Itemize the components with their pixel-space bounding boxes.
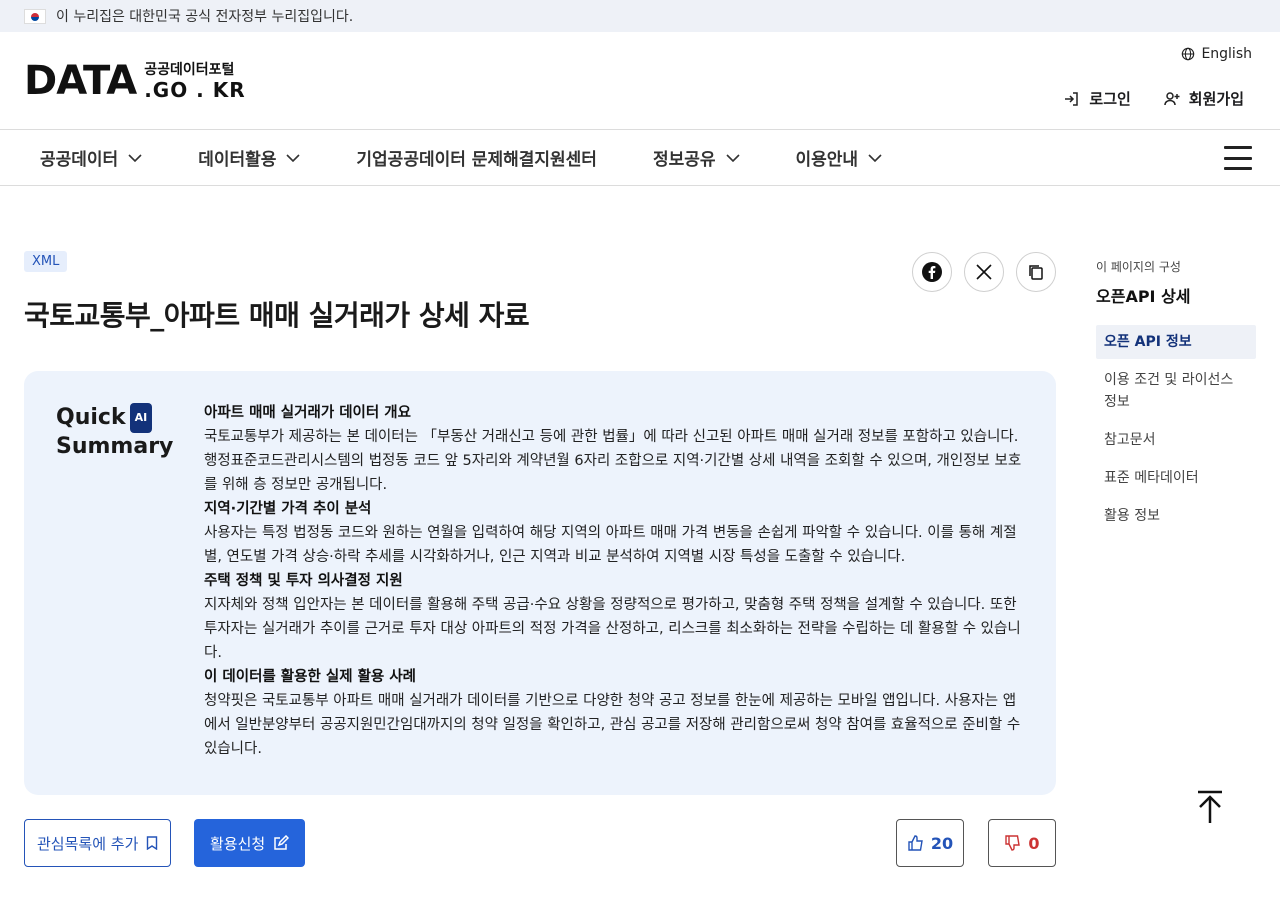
summary-section-heading: 이 데이터를 활용한 실제 활용 사례	[204, 669, 416, 685]
login-icon	[1065, 91, 1079, 106]
action-bar: 관심목록에 추가 활용신청 20 0	[24, 819, 1056, 867]
korea-flag-icon	[24, 8, 46, 24]
x-icon	[976, 264, 992, 280]
header: DATA 공공데이터포털 .GO . KR English 로그인 회원가입	[0, 32, 1280, 130]
main-nav: 공공데이터 데이터활용 기업공공데이터 문제해결지원센터 정보공유 이용안내	[0, 130, 1280, 186]
facebook-icon	[922, 262, 942, 282]
share-buttons	[912, 252, 1056, 292]
globe-icon	[1182, 47, 1195, 61]
apply-use-button[interactable]: 활용신청	[194, 819, 306, 867]
chevron-down-icon	[286, 153, 300, 162]
toc-item-openapi-info[interactable]: 오픈 API 정보	[1096, 325, 1256, 359]
chevron-down-icon	[868, 153, 882, 162]
copy-link-button[interactable]	[1016, 252, 1056, 292]
edit-icon	[274, 835, 290, 850]
page-toc: 이 페이지의 구성 오픈API 상세 오픈 API 정보 이용 조건 및 라이선…	[1096, 258, 1256, 537]
like-count: 20	[930, 833, 954, 853]
format-badge: XML	[24, 251, 68, 272]
toc-item-reference[interactable]: 참고문서	[1096, 423, 1256, 457]
nav-item-public-data[interactable]: 공공데이터	[40, 145, 142, 170]
login-button[interactable]: 로그인	[1063, 88, 1131, 109]
main-content: XML 국토교통부_아파트 매매 실거래가 상세 자료 Quick AI Summ…	[24, 250, 1056, 867]
nav-item-info-share[interactable]: 정보공유	[653, 145, 740, 170]
summary-section-text: 청약핏은 국토교통부 아파트 매매 실거래가 데이터를 기반으로 다양한 청약 …	[204, 693, 1021, 757]
x-share-button[interactable]	[964, 252, 1004, 292]
facebook-share-button[interactable]	[912, 252, 952, 292]
toc-list: 오픈 API 정보 이용 조건 및 라이선스 정보 참고문서 표준 메타데이터 …	[1096, 325, 1256, 533]
user-add-icon	[1164, 91, 1180, 105]
chevron-down-icon	[128, 153, 142, 162]
summary-section-heading: 아파트 매매 실거래가 데이터 개요	[204, 405, 411, 421]
dislike-count: 0	[1028, 833, 1040, 853]
dislike-button[interactable]: 0	[988, 819, 1056, 867]
logo-ko: 공공데이터포털	[144, 62, 235, 78]
signup-button[interactable]: 회원가입	[1163, 88, 1244, 109]
thumbs-down-icon	[1005, 835, 1021, 851]
signup-label: 회원가입	[1188, 90, 1244, 108]
summary-section-text: 국토교통부가 제공하는 본 데이터는 「부동산 거래신고 등에 관한 법률」에 …	[204, 429, 1022, 493]
page-title: 국토교통부_아파트 매매 실거래가 상세 자료	[24, 299, 530, 332]
toc-item-metadata[interactable]: 표준 메타데이터	[1096, 461, 1256, 495]
summary-section-heading: 주택 정책 및 투자 의사결정 지원	[204, 573, 403, 589]
login-label: 로그인	[1089, 90, 1131, 108]
ai-badge: AI	[129, 403, 153, 433]
thumbs-up-icon	[908, 835, 923, 851]
toc-caption: 이 페이지의 구성	[1096, 260, 1181, 274]
summary-section-heading: 지역·기간별 가격 추이 분석	[204, 501, 372, 517]
logo-main: DATA	[24, 58, 137, 104]
summary-section-text: 사용자는 특정 법정동 코드와 원하는 연월을 입력하여 해당 지역의 아파트 …	[204, 525, 1017, 565]
toc-item-usage[interactable]: 활용 정보	[1096, 499, 1256, 533]
nav-item-support-center[interactable]: 기업공공데이터 문제해결지원센터	[356, 145, 597, 170]
bookmark-icon	[147, 836, 158, 850]
logo-domain: .GO . KR	[144, 78, 246, 102]
scroll-to-top-icon[interactable]	[1196, 790, 1224, 824]
summary-heading: Quick AI Summary	[56, 403, 174, 459]
like-button[interactable]: 20	[896, 819, 964, 867]
chevron-down-icon	[725, 153, 740, 162]
quick-ai-summary: Quick AI Summary 아파트 매매 실거래가 데이터 개요 국토교통부…	[24, 371, 1056, 795]
copy-icon	[1029, 265, 1043, 280]
nav-item-guide[interactable]: 이용안내	[796, 145, 883, 170]
language-switch[interactable]: English	[1181, 46, 1252, 62]
language-label: English	[1201, 46, 1252, 62]
menu-icon[interactable]	[1224, 146, 1252, 170]
add-to-wishlist-button[interactable]: 관심목록에 추가	[24, 819, 172, 867]
toc-title: 오픈API 상세	[1096, 287, 1191, 306]
nav-item-data-use[interactable]: 데이터활용	[198, 145, 300, 170]
gov-banner-text: 이 누리집은 대한민국 공식 전자정부 누리집입니다.	[56, 9, 354, 25]
site-logo[interactable]: DATA 공공데이터포털 .GO . KR	[24, 60, 246, 102]
summary-section-text: 지자체와 정책 입안자는 본 데이터를 활용해 주택 공급·수요 상황을 정량적…	[204, 597, 1021, 661]
toc-item-license[interactable]: 이용 조건 및 라이선스 정보	[1096, 363, 1256, 419]
summary-body: 아파트 매매 실거래가 데이터 개요 국토교통부가 제공하는 본 데이터는 「부…	[204, 401, 1024, 761]
gov-banner: 이 누리집은 대한민국 공식 전자정부 누리집입니다.	[0, 0, 1280, 32]
